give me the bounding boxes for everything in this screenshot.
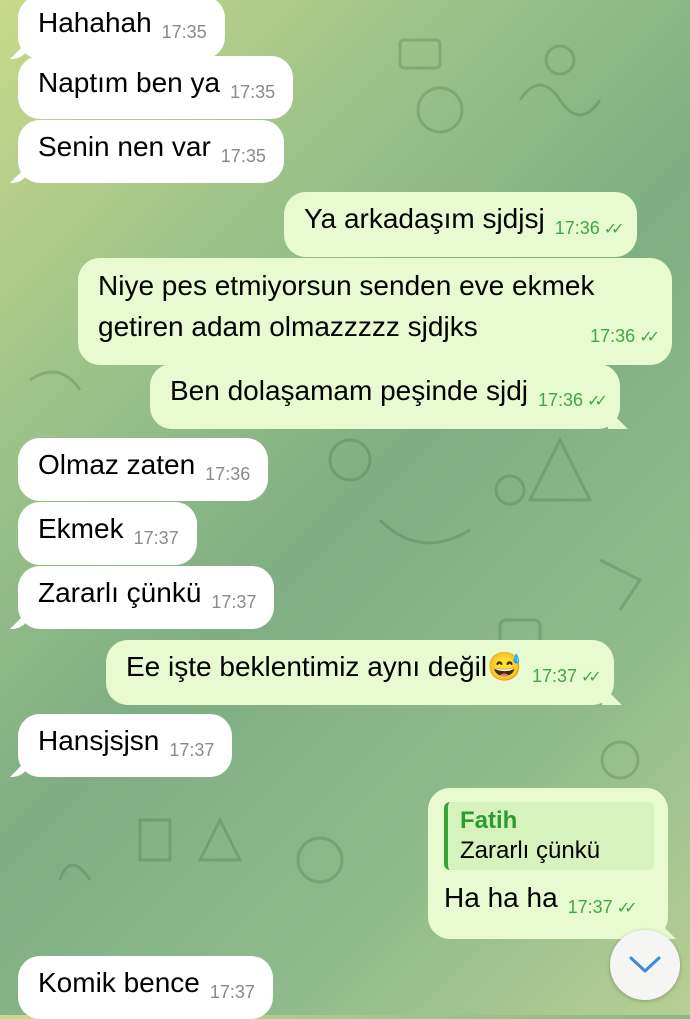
reply-quoted-text: Zararlı çünkü bbox=[460, 837, 601, 864]
message-time: 17:37 bbox=[133, 528, 179, 548]
reply-quote[interactable]: Fatih Zararlı çünkü bbox=[444, 802, 654, 870]
message-bubble-incoming[interactable]: Olmaz zaten 17:36 bbox=[18, 438, 269, 501]
message-time: 17:37 bbox=[567, 897, 613, 917]
message-text: Zararlı çünkü bbox=[38, 577, 202, 608]
message-bubble-incoming[interactable]: Zararlı çünkü 17:37 bbox=[18, 566, 275, 629]
double-check-icon: ✓✓ bbox=[581, 669, 602, 686]
message-text: Hahahah bbox=[38, 7, 152, 38]
message-text: Olmaz zaten bbox=[38, 449, 196, 480]
message-time: 17:37 bbox=[169, 740, 215, 760]
message-text: Ha ha ha bbox=[444, 882, 558, 913]
message-time: 17:35 bbox=[161, 22, 207, 42]
message-bubble-incoming[interactable]: Naptım ben ya 17:35 bbox=[18, 56, 294, 119]
message-time: 17:36 bbox=[590, 326, 636, 346]
message-time: 17:36 bbox=[205, 464, 251, 484]
message-time: 17:36 bbox=[554, 218, 600, 238]
message-text: Ee işte beklentimiz aynı değil bbox=[126, 651, 488, 682]
chevron-down-icon bbox=[629, 956, 661, 973]
message-time: 17:36 bbox=[537, 390, 584, 410]
double-check-icon: ✓✓ bbox=[639, 329, 660, 346]
message-text-line: getiren adam olmazzzzz sjdjks bbox=[98, 311, 478, 342]
message-time: 17:37 bbox=[211, 592, 257, 612]
message-text: Ya arkadaşım sjdjsj bbox=[304, 203, 545, 234]
message-bubble-incoming[interactable]: Ekmek 17:37 bbox=[18, 502, 197, 565]
message-text: Naptım ben ya bbox=[38, 67, 221, 98]
message-text: Ekmek bbox=[38, 513, 124, 544]
message-bubble-outgoing[interactable]: Ben dolaşamam peşinde sjdj 17:36 ✓✓ bbox=[150, 364, 620, 429]
sweat-smile-emoji: 😅 bbox=[487, 651, 522, 682]
message-bubble-outgoing[interactable]: Niye pes etmiyorsun senden eve ekmek get… bbox=[78, 258, 672, 365]
message-bubble-outgoing[interactable]: Ee işte beklentimiz aynı değil😅 17:37 ✓✓ bbox=[106, 640, 614, 705]
message-time: 17:35 bbox=[230, 82, 276, 102]
message-time: 17:35 bbox=[220, 146, 266, 166]
message-text: Senin nen var bbox=[38, 131, 211, 162]
message-text-line: Niye pes etmiyorsun senden eve ekmek bbox=[98, 270, 595, 301]
double-check-icon: ✓✓ bbox=[616, 900, 638, 917]
message-text: Ben dolaşamam peşinde sjdj bbox=[170, 375, 528, 406]
message-bubble-incoming[interactable]: Komik bence 17:37 bbox=[18, 956, 273, 1019]
double-check-icon: ✓✓ bbox=[603, 221, 625, 238]
message-time: 17:37 bbox=[209, 982, 255, 1002]
message-bubble-incoming[interactable]: Hansjsjsn 17:37 bbox=[18, 714, 233, 777]
message-bubble-outgoing-reply[interactable]: Fatih Zararlı çünkü Ha ha ha 17:37 ✓✓ bbox=[428, 788, 668, 939]
message-text: Hansjsjsn bbox=[38, 725, 160, 756]
message-bubble-incoming[interactable]: Hahahah 17:35 bbox=[18, 0, 225, 59]
message-text: Komik bence bbox=[38, 967, 200, 998]
reply-sender-name: Fatih bbox=[460, 807, 518, 834]
scroll-to-bottom-button[interactable] bbox=[610, 930, 680, 1000]
message-time: 17:37 bbox=[531, 666, 577, 686]
message-bubble-outgoing[interactable]: Ya arkadaşım sjdjsj 17:36 ✓✓ bbox=[284, 192, 637, 257]
double-check-icon: ✓✓ bbox=[587, 393, 608, 410]
message-bubble-incoming[interactable]: Senin nen var 17:35 bbox=[18, 120, 284, 183]
